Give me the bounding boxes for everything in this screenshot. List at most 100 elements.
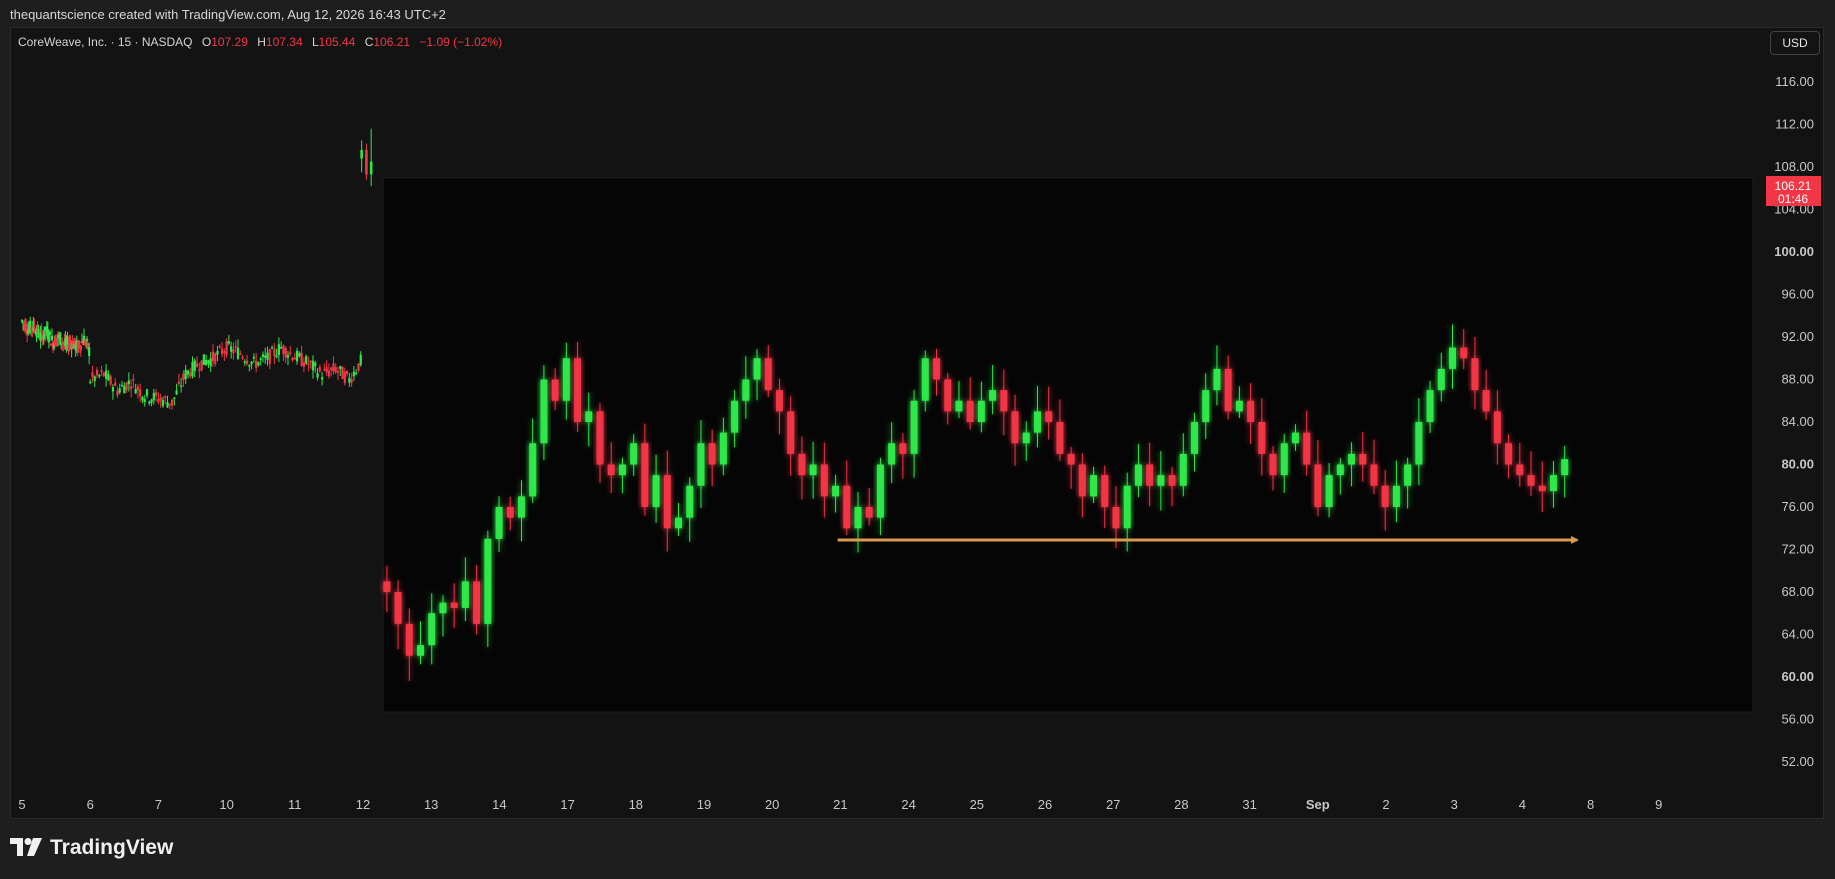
candle-body <box>663 475 671 529</box>
y-tick-label: 88.00 <box>1781 372 1814 387</box>
candle-body <box>216 350 219 355</box>
y-tick-label: 76.00 <box>1781 499 1814 514</box>
candle-body <box>1258 422 1266 454</box>
candle <box>168 403 171 410</box>
candle-body <box>316 372 319 378</box>
candle-body <box>357 363 360 371</box>
candle <box>139 383 142 403</box>
candle-body <box>350 379 353 383</box>
candle <box>280 341 283 349</box>
candle-body <box>225 340 228 356</box>
candle <box>186 369 190 379</box>
candle-body <box>89 381 92 384</box>
candle-body <box>641 443 649 507</box>
y-tick-label: 96.00 <box>1781 287 1814 302</box>
candle-body <box>227 341 230 344</box>
candle-body <box>93 376 96 382</box>
candle <box>195 356 199 368</box>
candle <box>220 341 224 358</box>
candle-body <box>170 399 174 406</box>
candle-body <box>820 464 828 497</box>
candle-body <box>332 363 335 372</box>
candle-body <box>686 485 694 518</box>
candle-body <box>1449 347 1456 369</box>
candle-body <box>1112 507 1120 529</box>
candle <box>343 367 346 386</box>
candle-body <box>355 372 358 375</box>
candle-body <box>359 354 362 366</box>
candle <box>177 373 180 387</box>
candle-body <box>1538 485 1546 492</box>
candle-body <box>270 347 274 350</box>
candle-body <box>1392 485 1400 507</box>
x-tick-label: 20 <box>765 797 779 812</box>
candle-body <box>473 581 481 624</box>
candle-body <box>275 355 278 358</box>
candle-body <box>284 347 287 358</box>
candle-body <box>1381 485 1389 507</box>
candle <box>232 342 235 360</box>
candle <box>155 389 158 402</box>
candle-body <box>214 353 217 364</box>
candle-body <box>1067 453 1075 465</box>
candle <box>143 394 146 407</box>
candle-body <box>529 443 537 497</box>
x-tick-label: 28 <box>1174 797 1188 812</box>
candle-body <box>261 354 265 357</box>
x-tick-label: 8 <box>1587 797 1594 812</box>
candle-body <box>277 344 280 356</box>
x-tick-label: 4 <box>1519 797 1526 812</box>
brand-name: TradingView <box>50 836 174 859</box>
candle-body <box>339 365 342 369</box>
candle-body <box>341 367 344 379</box>
x-tick-label: 2 <box>1382 797 1389 812</box>
y-tick-label: 84.00 <box>1781 414 1814 429</box>
candle <box>289 345 292 357</box>
candle-body <box>40 329 43 332</box>
candle-body <box>173 397 176 399</box>
candle-body <box>1123 485 1131 529</box>
candle-body <box>209 358 212 367</box>
x-tick-label: 3 <box>1451 797 1458 812</box>
candle-body <box>50 335 54 340</box>
candle-body <box>1460 347 1468 359</box>
candle-body <box>345 371 349 374</box>
candle-body <box>585 411 593 422</box>
candle-body <box>264 355 267 359</box>
candle <box>180 377 183 393</box>
candle-body <box>1516 464 1524 476</box>
brand-footer[interactable]: TradingView <box>10 836 173 860</box>
candle-body <box>186 370 190 375</box>
candle <box>255 352 258 373</box>
currency-button[interactable]: USD <box>1770 31 1820 55</box>
y-tick-label: 56.00 <box>1781 712 1814 727</box>
candle-body <box>211 351 215 362</box>
candle-body <box>205 359 208 365</box>
y-tick-label: 60.00 <box>1781 669 1814 684</box>
candle-body <box>252 356 255 359</box>
candle-body <box>127 380 130 385</box>
candle <box>223 348 226 361</box>
x-tick-label: 14 <box>492 797 506 812</box>
candle <box>184 364 187 385</box>
candlestick-chart[interactable]: 116.00112.00108.00104.00100.0096.0092.00… <box>0 0 1835 879</box>
candle-body <box>20 320 24 322</box>
candle <box>159 393 162 408</box>
y-tick-label: 68.00 <box>1781 584 1814 599</box>
candle <box>327 363 330 379</box>
candle-body <box>540 379 548 444</box>
candle-body <box>243 361 246 363</box>
candle-body <box>596 411 604 465</box>
candle-body <box>977 400 985 422</box>
candle <box>150 398 153 407</box>
candle-body <box>159 397 162 401</box>
candle-body <box>139 389 142 397</box>
candle <box>234 340 237 353</box>
candle-body <box>1247 400 1255 422</box>
x-tick-label: Sep <box>1306 797 1330 812</box>
candle-body <box>1471 358 1479 391</box>
candle <box>245 354 249 366</box>
candle <box>102 371 105 378</box>
x-tick-label: 9 <box>1655 797 1662 812</box>
candle <box>166 395 169 408</box>
